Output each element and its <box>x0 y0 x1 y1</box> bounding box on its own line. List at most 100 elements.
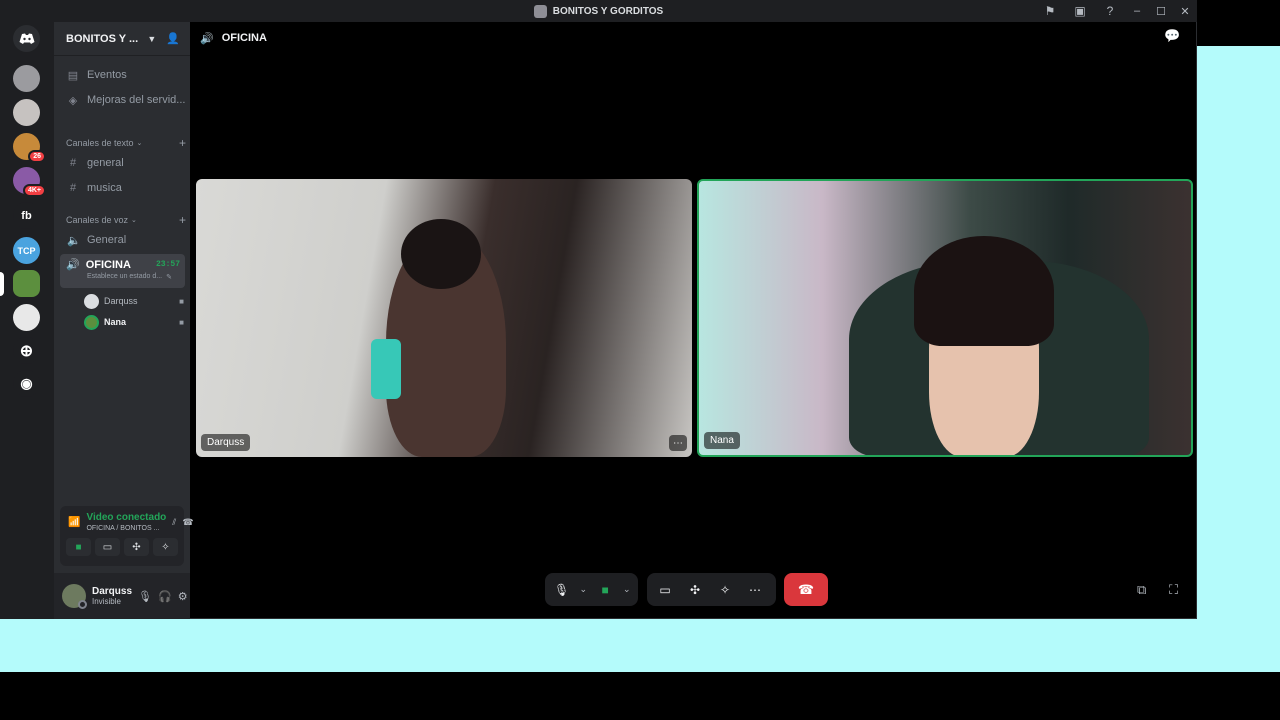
unread-badge: 26 <box>28 150 46 163</box>
add-channel-icon[interactable]: + <box>179 136 186 150</box>
explore-icon[interactable]: ◉ <box>13 370 40 397</box>
camera-icon: ■ <box>179 296 184 306</box>
activities-button[interactable]: ✣ <box>124 538 149 556</box>
microphone-icon[interactable]: 🎙 <box>138 590 152 603</box>
disconnect-icon[interactable]: ☎ <box>182 517 193 528</box>
voice-user-name: Darquss <box>104 296 138 306</box>
participant-name: Darquss <box>201 434 251 451</box>
events-label: Eventos <box>87 69 127 81</box>
discord-home-button[interactable] <box>13 25 40 52</box>
screen-share-button[interactable]: ▭ <box>651 576 679 604</box>
participant-name: Nana <box>704 432 740 449</box>
flag-icon[interactable]: ⚑ <box>1035 0 1065 22</box>
add-server-icon[interactable]: ⊕ <box>13 337 40 364</box>
channel-status[interactable]: Establece un estado d... ✎ <box>60 273 185 281</box>
noise-suppression-icon[interactable]: ⫽ <box>172 517 176 528</box>
text-channels-category[interactable]: Canales de texto ⌄ + <box>66 136 186 150</box>
camera-toggle-button[interactable]: ■ <box>66 538 91 556</box>
close-button[interactable]: ✕ <box>1173 0 1197 22</box>
desktop-bottom-bar <box>0 672 1280 720</box>
video-tile-darquss[interactable]: Darquss ⋯ <box>196 179 692 457</box>
maximize-button[interactable]: ☐ <box>1149 0 1173 22</box>
chevron-down-icon[interactable]: ⌄ <box>620 576 634 604</box>
voice-user-nana[interactable]: Nana ■ <box>84 313 184 331</box>
window-title-text: BONITOS Y GORDITOS <box>552 5 664 17</box>
speaker-icon: 🔈 <box>67 234 81 247</box>
channel-sidebar: BONITOS Y ... ▼ 👤 ▤ Eventos ◈ Mejoras de… <box>54 22 194 619</box>
headphones-icon[interactable]: 🎧 <box>158 590 172 603</box>
channel-label: OFICINA <box>85 258 131 271</box>
category-label: Canales de voz <box>66 215 129 225</box>
connection-status[interactable]: Video conectado <box>86 512 166 523</box>
voice-user-darquss[interactable]: Darquss ■ <box>84 292 184 310</box>
voice-channels-category[interactable]: Canales de voz ⌄ + <box>66 213 186 227</box>
channel-status-text: Establece un estado d... <box>87 273 163 280</box>
guild-6-icon[interactable] <box>13 304 40 331</box>
title-bar-actions: ⚑ ▣ ? – ☐ ✕ <box>1035 0 1197 22</box>
avatar[interactable] <box>62 584 87 609</box>
chat-bubble-icon[interactable]: 💬 <box>1164 28 1180 44</box>
avatar <box>84 314 99 330</box>
user-status: Invisible <box>92 597 121 606</box>
speaker-icon: 🔊 <box>200 32 214 45</box>
speaker-icon: 🔊 <box>66 259 80 271</box>
invite-icon[interactable]: 👤 <box>166 32 180 45</box>
guild-4-icon[interactable]: 4K+ <box>13 167 46 197</box>
fullscreen-icon[interactable]: ⛶ <box>1169 582 1178 598</box>
category-label: Canales de texto <box>66 138 134 148</box>
soundboard-button[interactable]: ✧ <box>711 576 739 604</box>
voice-channel-general[interactable]: 🔈 General <box>62 229 186 251</box>
mic-camera-controls: 🎙 ⌄ ■ ⌄ <box>545 573 638 606</box>
chevron-down-icon: ▼ <box>147 33 157 44</box>
help-icon[interactable]: ? <box>1095 0 1125 22</box>
activities-button[interactable]: ✣ <box>681 576 709 604</box>
camera-button[interactable]: ■ <box>593 576 618 604</box>
guild-1-icon[interactable] <box>13 65 40 92</box>
channel-label: musica <box>87 182 122 194</box>
channel-general[interactable]: # general <box>62 152 186 174</box>
signal-icon[interactable]: 📶 <box>68 517 80 528</box>
guild-3-icon[interactable]: 26 <box>13 133 46 163</box>
microphone-button[interactable]: 🎙 <box>549 576 574 604</box>
discord-window: BONITOS Y GORDITOS ⚑ ▣ ? – ☐ ✕ 26 4K+ fb… <box>0 0 1197 619</box>
server-header[interactable]: BONITOS Y ... ▼ 👤 <box>54 22 190 56</box>
soundboard-button[interactable]: ✧ <box>153 538 178 556</box>
events-item[interactable]: ▤ Eventos <box>62 64 186 86</box>
chevron-down-icon: ⌄ <box>131 217 137 224</box>
channel-label: General <box>87 234 127 246</box>
connection-location[interactable]: OFICINA / BONITOS ... <box>86 525 166 532</box>
guild-2-icon[interactable] <box>13 99 40 126</box>
screen-share-button[interactable]: ▭ <box>95 538 120 556</box>
camera-icon: ■ <box>179 317 184 327</box>
user-info[interactable]: Darquss Invisible <box>92 586 132 606</box>
hang-up-button[interactable]: ☎ <box>784 573 828 606</box>
channel-label: general <box>87 157 124 169</box>
more-options-icon[interactable]: ⋯ <box>669 435 687 451</box>
boost-icon: ◈ <box>68 94 78 107</box>
unread-badge: 4K+ <box>22 184 46 197</box>
call-channel-name: OFICINA <box>221 32 267 44</box>
avatar <box>84 293 99 309</box>
chevron-down-icon[interactable]: ⌄ <box>576 576 590 604</box>
boosts-item[interactable]: ◈ Mejoras del servid... <box>62 89 186 111</box>
participant-hair <box>914 236 1054 346</box>
participant-hair <box>401 219 481 289</box>
channel-musica[interactable]: # musica <box>62 177 186 199</box>
call-action-controls: ▭ ✣ ✧ ⋯ <box>647 573 776 606</box>
voice-channel-oficina[interactable]: 🔊 OFICINA 23:57 Establece un estado d...… <box>60 254 185 288</box>
gear-icon[interactable]: ⚙ <box>178 590 188 603</box>
boosts-label: Mejoras del servid... <box>87 94 186 106</box>
add-channel-icon[interactable]: + <box>179 213 186 227</box>
video-tile-nana[interactable]: Nana <box>697 179 1193 457</box>
inbox-icon[interactable]: ▣ <box>1065 0 1095 22</box>
window-title: BONITOS Y GORDITOS <box>533 4 664 18</box>
pop-out-icon[interactable]: ⧉ <box>1137 582 1146 598</box>
discord-logo-icon <box>19 33 34 44</box>
username: Darquss <box>92 586 133 597</box>
guild-fb-icon[interactable]: fb <box>13 202 40 229</box>
guild-current-icon[interactable] <box>13 270 40 297</box>
more-options-button[interactable]: ⋯ <box>741 576 769 604</box>
guild-tcp-icon[interactable]: TCP <box>13 237 40 264</box>
minimize-button[interactable]: – <box>1125 0 1149 22</box>
call-header: 🔊 OFICINA <box>200 22 267 54</box>
